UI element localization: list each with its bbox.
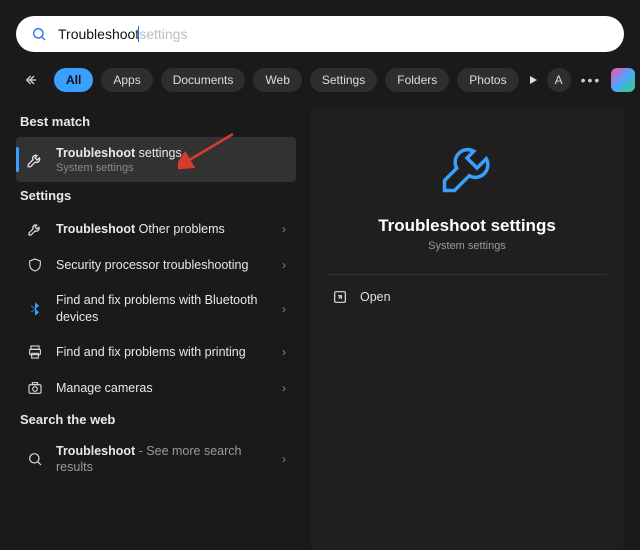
best-match-subtitle: System settings (56, 162, 286, 174)
best-match-title: Troubleshoot settings (56, 145, 286, 161)
preview-panel: Troubleshoot settings System settings Op… (310, 108, 624, 550)
chevron-right-icon: › (282, 258, 286, 272)
wrench-icon (26, 220, 44, 238)
filter-pill-all[interactable]: All (54, 68, 93, 92)
result-title: Troubleshoot - See more search results (56, 443, 270, 476)
filter-pill-settings[interactable]: Settings (310, 68, 377, 92)
result-title: Security processor troubleshooting (56, 257, 270, 273)
chevron-right-icon: › (282, 345, 286, 359)
filter-pill-web[interactable]: Web (253, 68, 301, 92)
more-options-button[interactable]: ••• (581, 72, 602, 88)
chevron-right-icon: › (282, 222, 286, 236)
user-avatar[interactable]: A (547, 68, 571, 92)
search-icon (26, 450, 44, 468)
result-title: Manage cameras (56, 380, 270, 396)
best-match-result[interactable]: Troubleshoot settings System settings (16, 137, 296, 182)
camera-icon (26, 379, 44, 397)
settings-result[interactable]: Find and fix problems with Bluetooth dev… (16, 283, 296, 334)
section-title-web: Search the web (20, 412, 296, 427)
wrench-icon (26, 151, 44, 169)
search-input[interactable]: Troubleshoot settings (58, 24, 610, 44)
section-title-settings: Settings (20, 188, 296, 203)
search-icon (30, 25, 48, 43)
bluetooth-icon (26, 300, 44, 318)
search-suggestion-tail: settings (139, 26, 187, 42)
open-action[interactable]: Open (328, 275, 606, 319)
chevron-right-icon: › (282, 381, 286, 395)
copilot-icon[interactable] (611, 68, 635, 92)
settings-result[interactable]: Security processor troubleshooting › (16, 247, 296, 283)
filter-pill-documents[interactable]: Documents (161, 68, 246, 92)
web-result[interactable]: Troubleshoot - See more search results › (16, 435, 296, 484)
result-title: Find and fix problems with Bluetooth dev… (56, 292, 270, 325)
settings-result[interactable]: Troubleshoot Other problems › (16, 211, 296, 247)
open-icon (332, 289, 348, 305)
filter-pill-folders[interactable]: Folders (385, 68, 449, 92)
section-title-best-match: Best match (20, 114, 296, 129)
results-column: Best match Troubleshoot settings System … (16, 108, 296, 550)
shield-icon (26, 256, 44, 274)
settings-result[interactable]: Manage cameras › (16, 370, 296, 406)
filter-pill-photos[interactable]: Photos (457, 68, 518, 92)
filter-pill-apps[interactable]: Apps (101, 68, 152, 92)
wrench-icon (437, 138, 497, 198)
filter-row: All Apps Documents Web Settings Folders … (16, 66, 624, 108)
search-bar[interactable]: Troubleshoot settings (16, 16, 624, 52)
panel-subtitle: System settings (428, 240, 506, 252)
chevron-right-icon: › (282, 452, 286, 466)
result-title: Find and fix problems with printing (56, 344, 270, 360)
result-title: Troubleshoot Other problems (56, 221, 270, 237)
settings-result[interactable]: Find and fix problems with printing › (16, 334, 296, 370)
chevron-right-icon: › (282, 302, 286, 316)
search-typed-text: Troubleshoot (58, 26, 139, 42)
open-label: Open (360, 290, 391, 304)
back-button[interactable] (18, 66, 46, 94)
more-filters-button[interactable] (527, 67, 539, 93)
panel-title: Troubleshoot settings (378, 216, 556, 236)
printer-icon (26, 343, 44, 361)
